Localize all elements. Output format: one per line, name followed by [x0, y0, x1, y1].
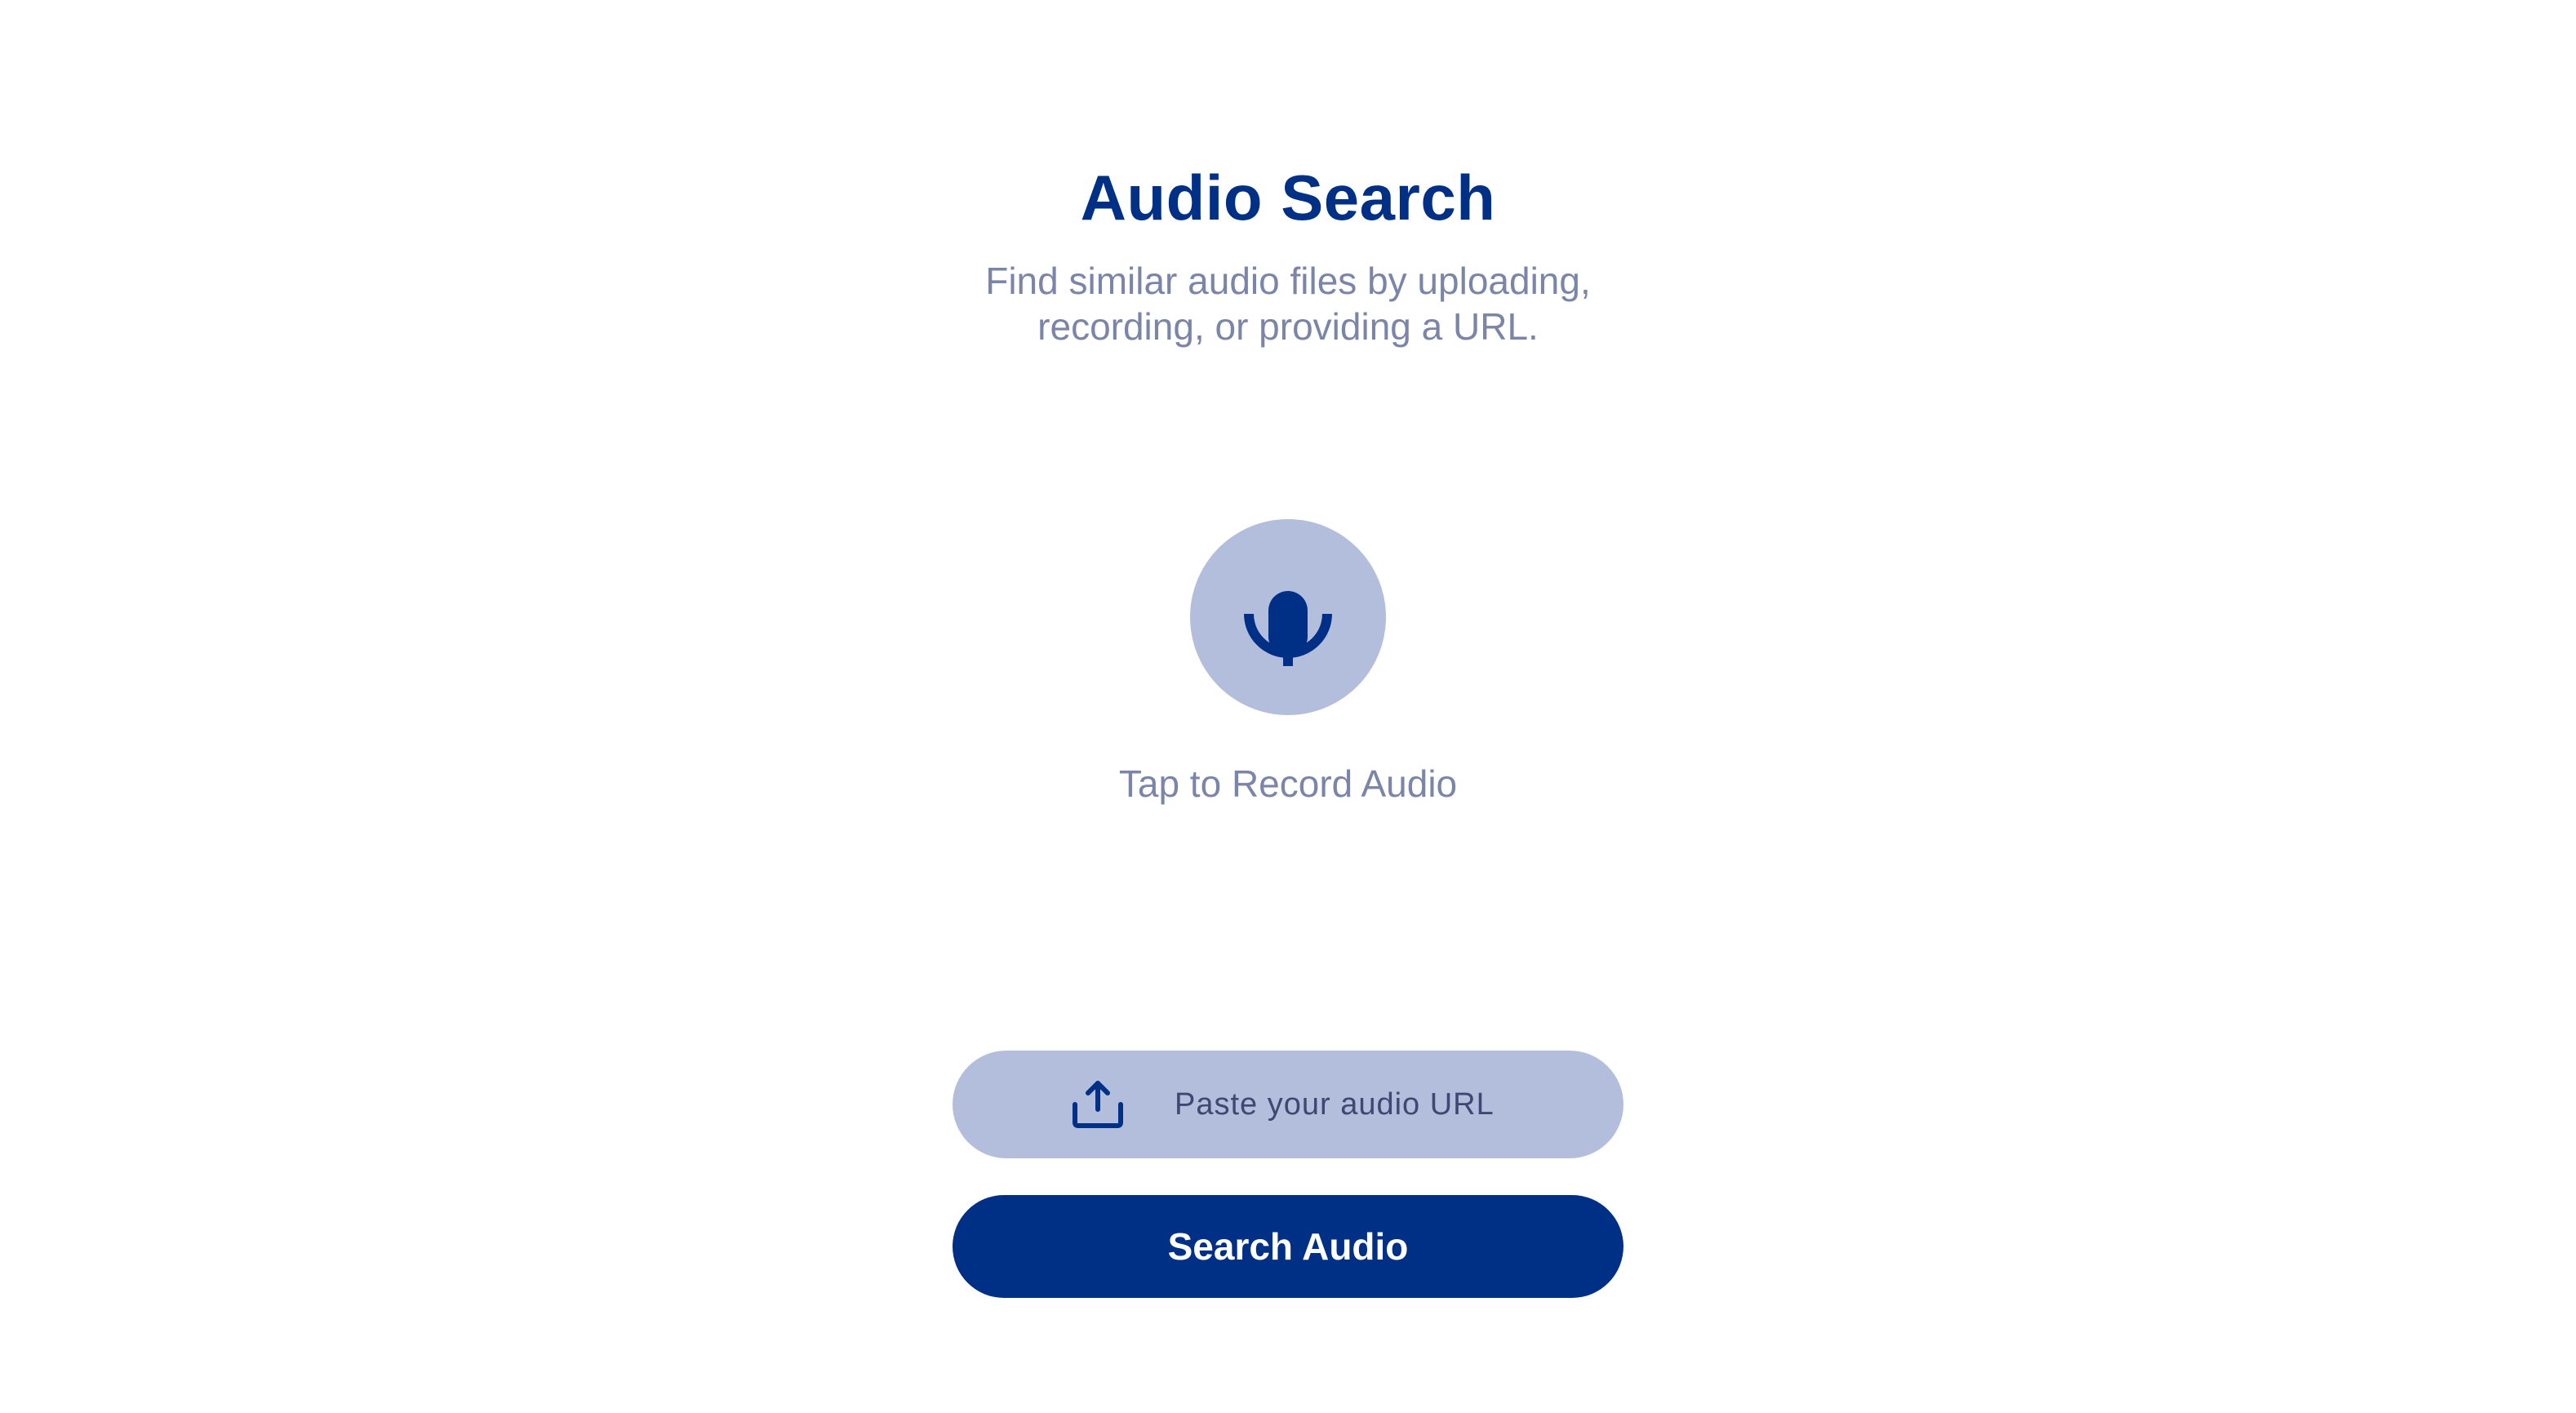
- page-title: Audio Search: [1080, 162, 1496, 234]
- record-audio-button[interactable]: [1190, 519, 1386, 715]
- microphone-icon: [1244, 591, 1332, 666]
- search-audio-button[interactable]: Search Audio: [953, 1195, 1623, 1298]
- audio-url-input[interactable]: [1175, 1075, 1566, 1134]
- page-subtitle: Find similar audio files by uploading, r…: [985, 260, 1591, 348]
- audio-url-field[interactable]: [953, 1051, 1623, 1158]
- record-audio-label: Tap to Record Audio: [1118, 762, 1458, 805]
- upload-icon: [1073, 1081, 1123, 1128]
